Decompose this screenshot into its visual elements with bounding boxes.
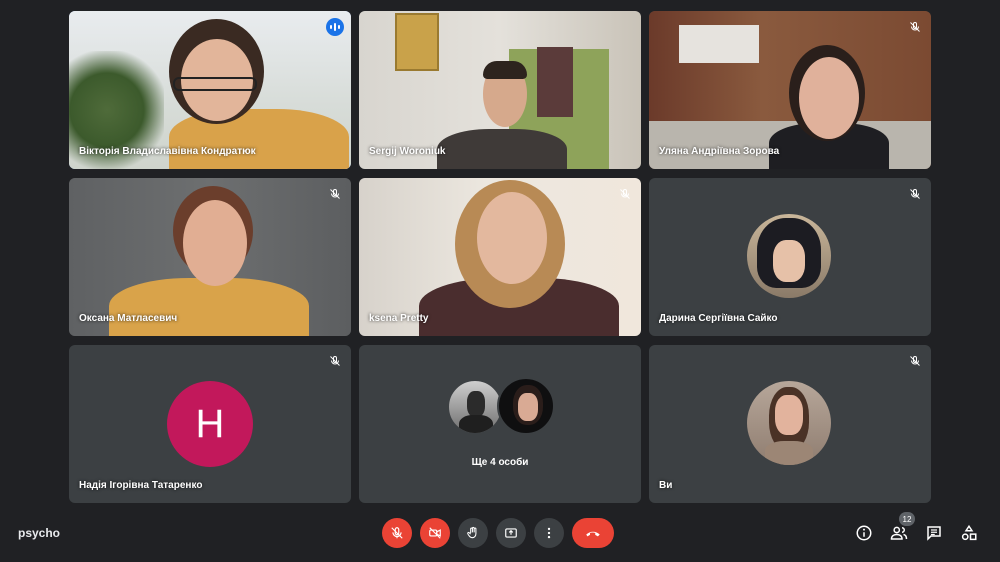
participant-tile-4[interactable]: Оксана Матласевич	[69, 178, 351, 336]
participant-name: Дарина Сергіївна Сайко	[659, 313, 778, 324]
mic-off-icon	[391, 527, 403, 539]
participant-tile-6[interactable]: Дарина Сергіївна Сайко	[649, 178, 931, 336]
meeting-details-button[interactable]	[853, 522, 875, 544]
participant-tile-5[interactable]: ksena Pretty	[359, 178, 641, 336]
participant-name: Уляна Андріївна Зорова	[659, 146, 780, 157]
leave-call-button[interactable]	[572, 518, 614, 548]
speaking-indicator-icon	[326, 18, 344, 36]
participant-name: Вікторія Владиславівна Кондратюк	[79, 146, 256, 157]
present-icon	[505, 528, 517, 538]
participant-name: Оксана Матласевич	[79, 313, 178, 324]
raise-hand-icon	[467, 526, 477, 539]
participant-avatar	[747, 381, 831, 465]
mic-off-icon	[906, 18, 924, 36]
camera-off-icon	[429, 527, 441, 539]
more-icon	[547, 527, 551, 539]
more-participants-label: Ще 4 особи	[471, 457, 529, 468]
mic-off-icon	[326, 352, 344, 370]
participant-avatar	[497, 377, 555, 435]
mic-off-icon	[906, 352, 924, 370]
meeting-title: psycho	[18, 526, 61, 540]
chat-button[interactable]	[923, 522, 945, 544]
chat-icon	[927, 526, 941, 541]
activities-icon	[961, 524, 977, 541]
participant-count-badge: 12	[899, 512, 915, 526]
mic-off-icon	[906, 185, 924, 203]
participant-tile-1[interactable]: Вікторія Владиславівна Кондратюк	[69, 11, 351, 169]
participant-tile-3[interactable]: Уляна Андріївна Зорова	[649, 11, 931, 169]
participant-grid: Вікторія Владиславівна Кондратюк Sergij …	[69, 11, 931, 503]
participant-initial-avatar: H	[167, 381, 253, 467]
hangup-icon	[586, 531, 600, 537]
camera-toggle-button[interactable]	[420, 518, 450, 548]
participant-avatar	[447, 379, 503, 435]
info-icon	[856, 525, 872, 541]
participant-tile-more[interactable]: Ще 4 особи	[359, 345, 641, 503]
mic-toggle-button[interactable]	[382, 518, 412, 548]
participant-name: Ви	[659, 480, 673, 491]
people-icon	[890, 526, 908, 540]
participant-name: ksena Pretty	[369, 313, 429, 324]
participant-name: Надія Ігорівна Татаренко	[79, 480, 203, 491]
mic-off-icon	[616, 185, 634, 203]
more-options-button[interactable]	[534, 518, 564, 548]
bottom-control-bar: psycho 12	[0, 510, 1000, 562]
participant-avatar	[747, 214, 831, 298]
participant-tile-self[interactable]: Ви	[649, 345, 931, 503]
present-now-button[interactable]	[496, 518, 526, 548]
participant-tile-2[interactable]: Sergij Woroniuk	[359, 11, 641, 169]
activities-button[interactable]	[958, 522, 980, 544]
participant-tile-7[interactable]: H Надія Ігорівна Татаренко	[69, 345, 351, 503]
participant-name: Sergij Woroniuk	[369, 146, 446, 157]
raise-hand-button[interactable]	[458, 518, 488, 548]
mic-off-icon	[326, 185, 344, 203]
